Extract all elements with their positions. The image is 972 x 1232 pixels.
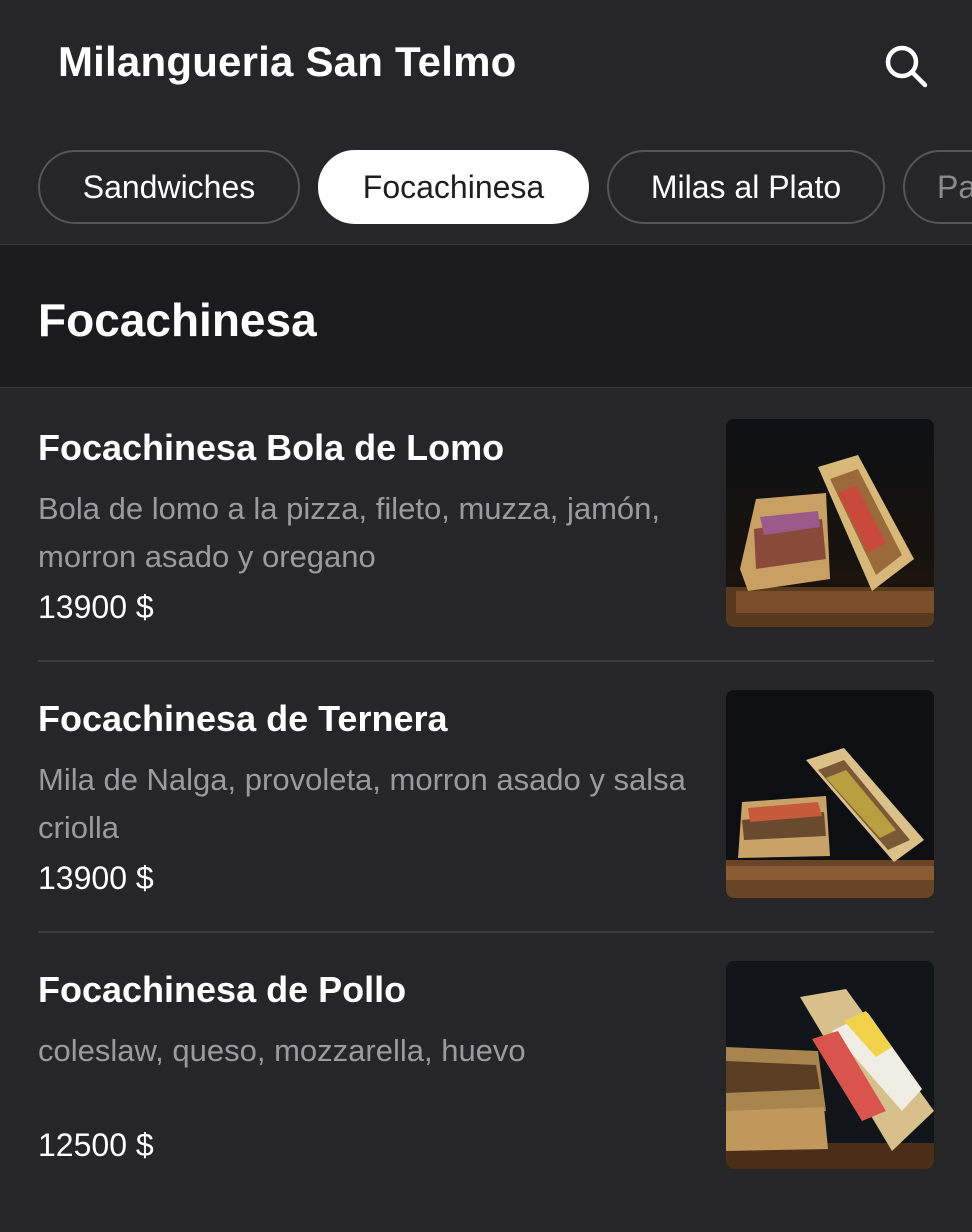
tab-partial[interactable]: Pa — [903, 150, 972, 224]
item-price: 13900 $ — [38, 860, 154, 896]
item-name: Focachinesa de Ternera — [38, 698, 448, 739]
tab-sandwiches[interactable]: Sandwiches — [38, 150, 300, 224]
section-title: Focachinesa — [38, 294, 317, 346]
menu-item[interactable]: Focachinesa de Pollo coleslaw, queso, mo… — [0, 961, 972, 1232]
item-photo[interactable] — [726, 961, 934, 1169]
item-name: Focachinesa de Pollo — [38, 969, 407, 1010]
item-photo[interactable] — [726, 690, 934, 898]
item-description: Bola de lomo a la pizza, fileto, muzza, … — [38, 491, 661, 574]
item-price: 12500 $ — [38, 1127, 154, 1163]
item-description: Mila de Nalga, provoleta, morron asado y… — [38, 762, 686, 845]
search-icon — [885, 45, 928, 88]
tab-focachinesa[interactable]: Focachinesa — [318, 150, 589, 224]
divider — [38, 931, 934, 933]
item-price: 13900 $ — [38, 589, 154, 625]
section-header: Focachinesa — [0, 244, 972, 388]
menu-item[interactable]: Focachinesa de Ternera Mila de Nalga, pr… — [0, 690, 972, 961]
menu-item[interactable]: Focachinesa Bola de Lomo Bola de lomo a … — [0, 419, 972, 690]
category-tabs: Sandwiches Focachinesa Milas al Plato Pa — [0, 130, 972, 244]
tab-milas-al-plato[interactable]: Milas al Plato — [607, 150, 885, 224]
item-description: coleslaw, queso, mozzarella, huevo — [38, 1033, 526, 1068]
page-title: Milangueria San Telmo — [58, 38, 517, 85]
search-button[interactable] — [878, 40, 934, 92]
item-photo[interactable] — [726, 419, 934, 627]
item-name: Focachinesa Bola de Lomo — [38, 427, 505, 468]
app-header: Milangueria San Telmo — [0, 0, 972, 130]
divider — [38, 660, 934, 662]
